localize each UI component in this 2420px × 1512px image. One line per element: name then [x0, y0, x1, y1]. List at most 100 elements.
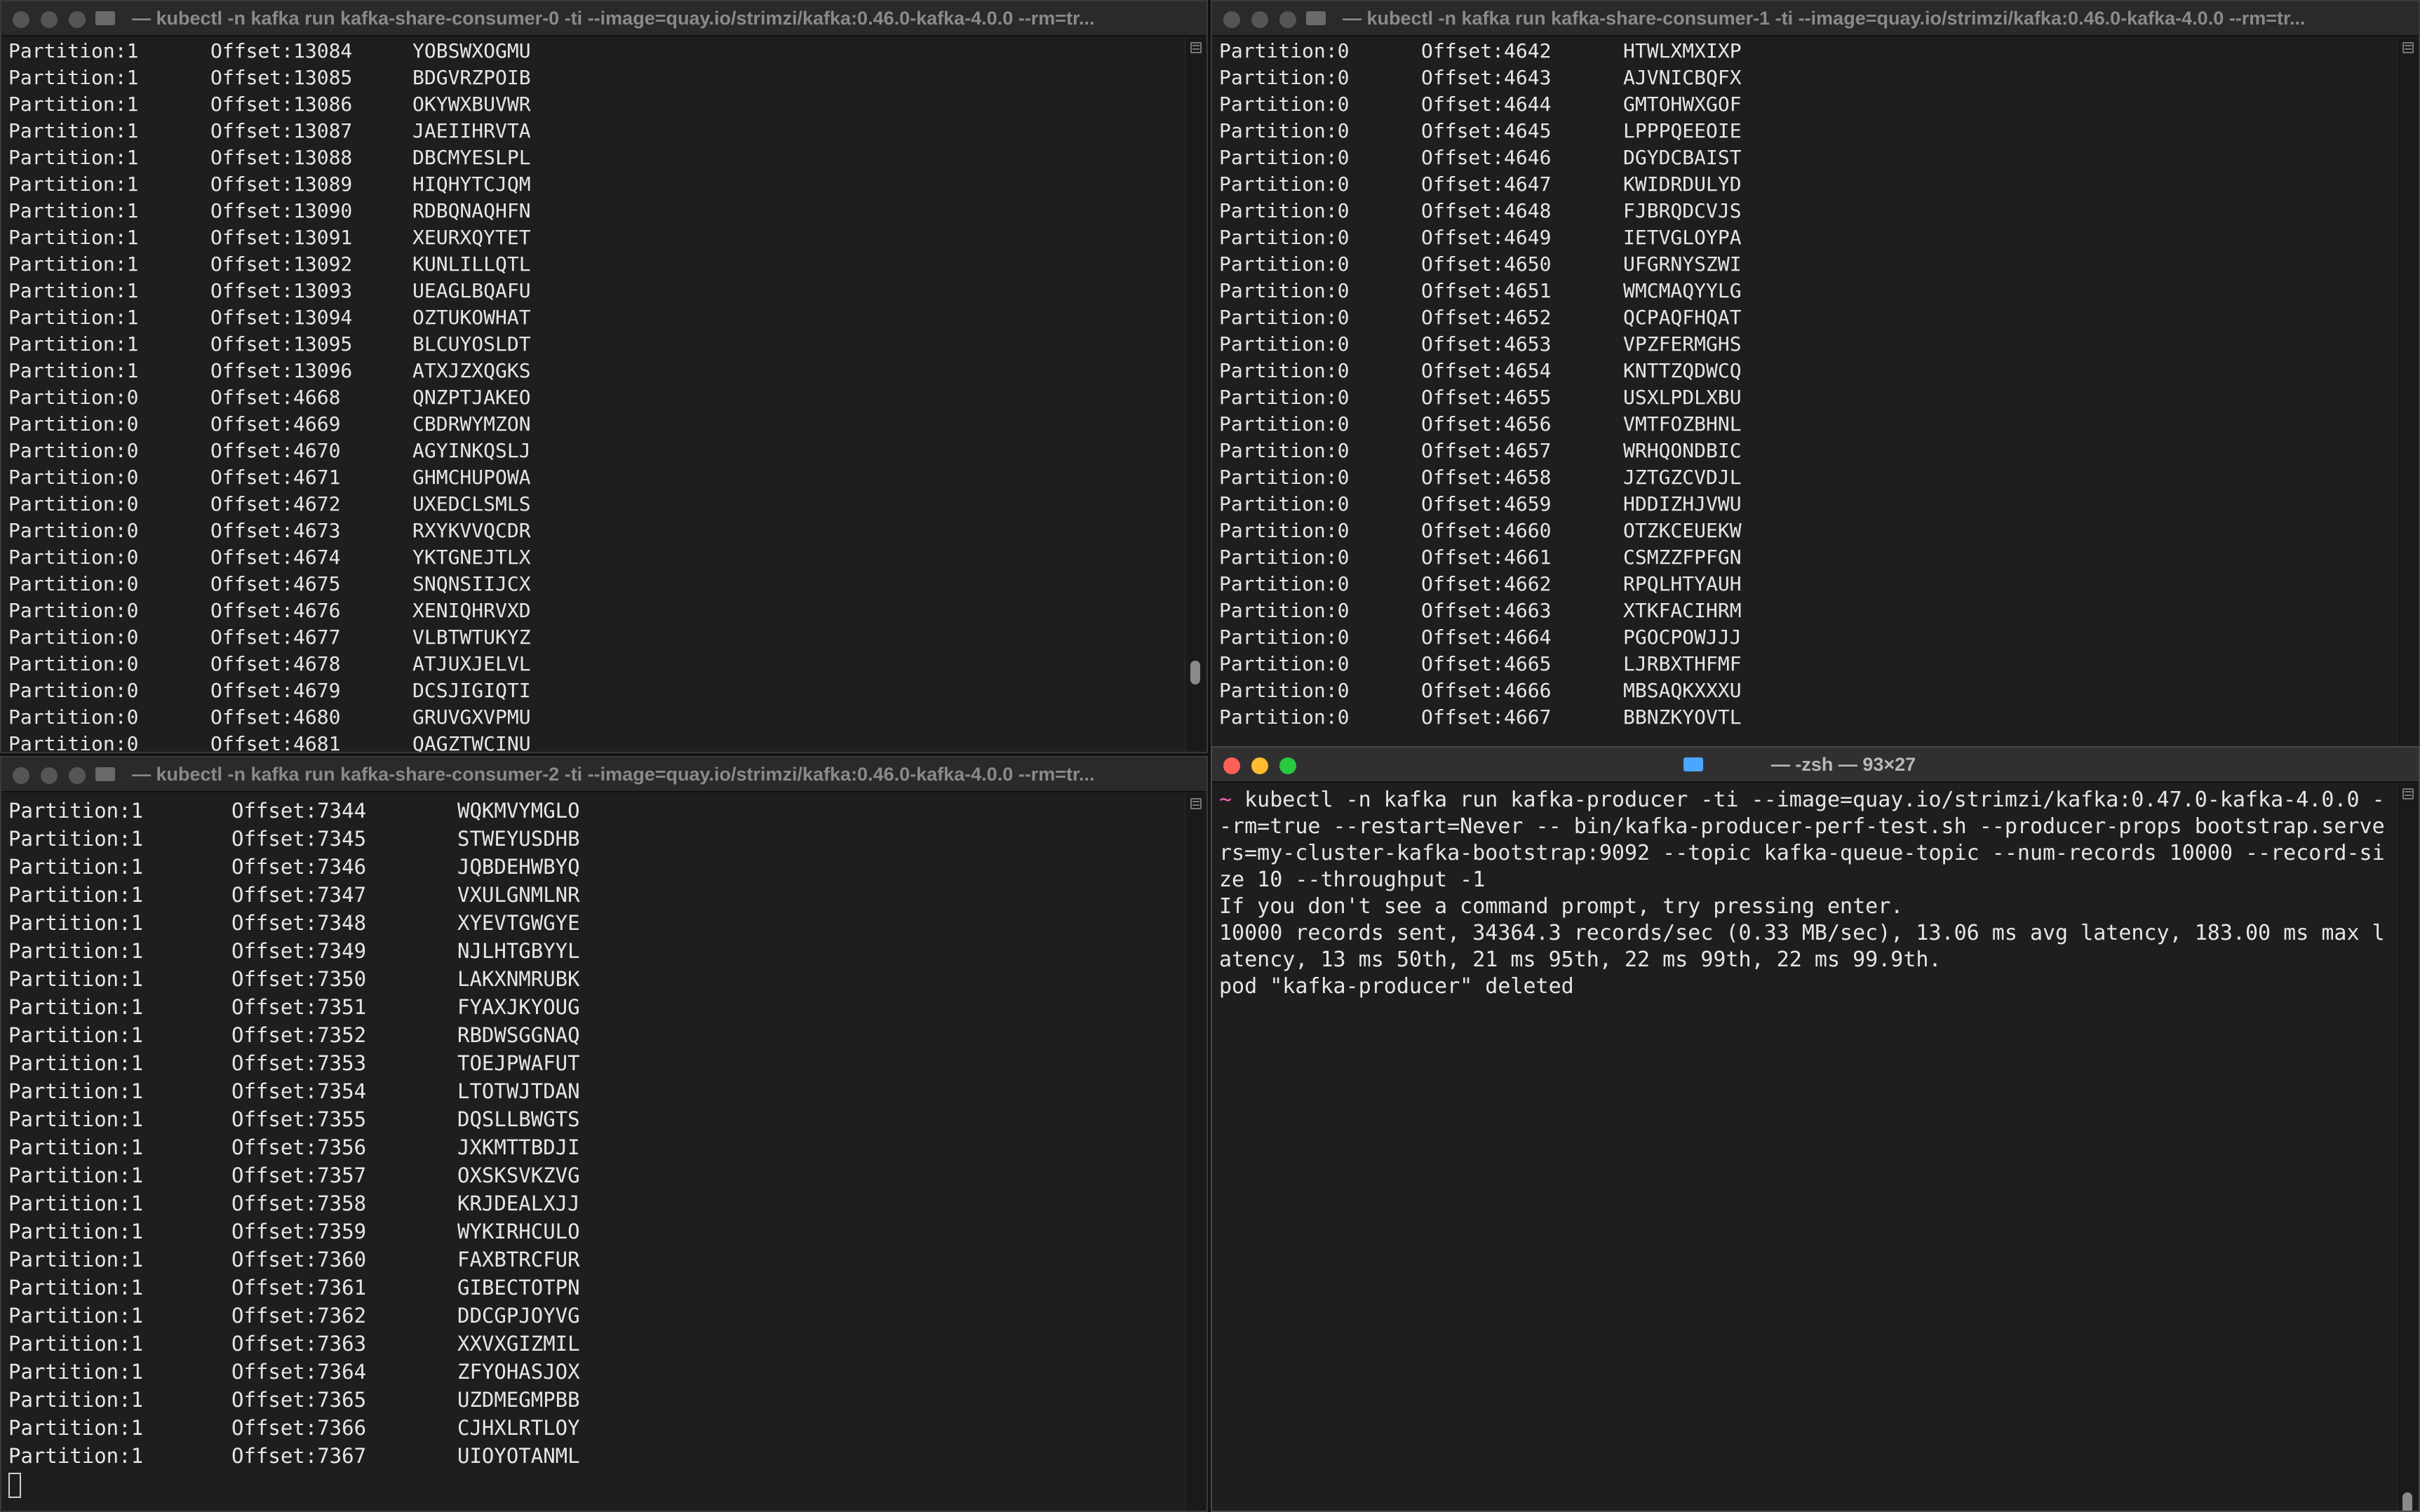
offset-label: Offset:7350 — [231, 967, 367, 991]
close-button[interactable] — [13, 11, 29, 28]
scrollbar[interactable] — [2397, 784, 2419, 1511]
offset-label: Offset:4649 — [1421, 226, 1552, 249]
partition-label: Partition:0 — [1219, 146, 1350, 169]
partition-label: Partition:0 — [1219, 39, 1350, 62]
output-row: Partition:0 Offset:4665 LJRBXTHFMF — [1219, 651, 2391, 677]
message-value: UZDMEGMPBB — [457, 1388, 580, 1412]
offset-label: Offset:7363 — [231, 1332, 367, 1356]
offset-label: Offset:4673 — [210, 519, 341, 542]
partition-label: Partition:1 — [8, 1248, 144, 1271]
scrollbar[interactable] — [2397, 38, 2419, 752]
offset-label: Offset:7344 — [231, 799, 367, 823]
terminal-window-consumer-1[interactable]: — kubectl -n kafka run kafka-share-consu… — [1211, 0, 2420, 753]
scroll-marks-icon[interactable] — [1190, 798, 1202, 809]
offset-label: Offset:13094 — [210, 306, 353, 329]
scrollbar[interactable] — [1185, 794, 1206, 1511]
minimize-button[interactable] — [41, 11, 58, 28]
scrollbar-thumb[interactable] — [2402, 1492, 2412, 1511]
scroll-marks-icon[interactable] — [2402, 42, 2414, 53]
message-value: KRJDEALXJJ — [457, 1192, 580, 1215]
message-value: BBNZKYOVTL — [1623, 706, 1742, 729]
offset-label: Offset:7362 — [231, 1304, 367, 1328]
output-row: Partition:0 Offset:4680 GRUVGXVPMU — [8, 704, 1178, 731]
terminal-window-consumer-2[interactable]: — kubectl -n kafka run kafka-share-consu… — [0, 756, 1208, 1512]
partition-label: Partition:0 — [1219, 279, 1350, 302]
offset-label: Offset:4651 — [1421, 279, 1552, 302]
window-titlebar[interactable]: — -zsh — 93×27 — [1212, 748, 2419, 783]
output-row: Partition:1 Offset:7352 RBDWSGGNAQ — [8, 1021, 1178, 1049]
close-button[interactable] — [1223, 11, 1240, 28]
output-line: If you don't see a command prompt, try p… — [1219, 894, 1904, 919]
partition-label: Partition:1 — [8, 1360, 144, 1384]
output-row: Partition:0 Offset:4676 XENIQHRVXD — [8, 598, 1178, 624]
partition-label: Partition:0 — [8, 652, 139, 675]
message-value: XEURXQYTET — [412, 226, 531, 249]
window-titlebar[interactable]: — kubectl -n kafka run kafka-share-consu… — [1212, 1, 2419, 36]
zoom-button[interactable] — [69, 767, 86, 784]
scrollbar-thumb[interactable] — [1190, 661, 1200, 684]
terminal-window-consumer-0[interactable]: — kubectl -n kafka run kafka-share-consu… — [0, 0, 1208, 753]
minimize-button[interactable] — [1251, 11, 1268, 28]
offset-label: Offset:4650 — [1421, 252, 1552, 276]
message-value: VXULGNMLNR — [457, 883, 580, 907]
partition-label: Partition:0 — [8, 732, 139, 752]
zoom-button[interactable] — [69, 11, 86, 28]
terminal-output[interactable]: Partition:1 Offset:7344 WQKMVYMGLO Partitio… — [8, 797, 1178, 1511]
partition-label: Partition:1 — [8, 93, 139, 116]
output-row: Partition:0 Offset:4654 KNTTZQDWCQ — [1219, 358, 2391, 384]
output-row: Partition:1 Offset:7353 TOEJPWAFUT — [8, 1049, 1178, 1077]
output-line: pod "kafka-producer" deleted — [1219, 974, 1574, 999]
minimize-button[interactable] — [41, 767, 58, 784]
output-row: Partition:1 Offset:13095 BLCUYOSLDT — [8, 331, 1178, 358]
offset-label: Offset:4674 — [210, 546, 341, 569]
terminal-output[interactable]: Partition:1 Offset:13084 YOBSWXOGMU Partiti… — [8, 38, 1178, 752]
scroll-marks-icon[interactable] — [2402, 788, 2414, 799]
window-title: — kubectl -n kafka run kafka-share-consu… — [1343, 8, 2306, 29]
traffic-lights — [13, 11, 86, 28]
output-row: Partition:1 Offset:7357 OXSKSVKZVG — [8, 1161, 1178, 1189]
output-row: Partition:1 Offset:7350 LAKXNMRUBK — [8, 965, 1178, 993]
message-value: JAEIIHRVTA — [412, 119, 531, 142]
partition-label: Partition:0 — [1219, 706, 1350, 729]
message-value: XXVXGIZMIL — [457, 1332, 580, 1356]
output-row: Partition:0 Offset:4648 FJBRQDCVJS — [1219, 198, 2391, 224]
output-row: Partition:1 Offset:13088 DBCMYESLPL — [8, 144, 1178, 171]
window-titlebar[interactable]: — kubectl -n kafka run kafka-share-consu… — [1, 1, 1206, 36]
offset-label: Offset:4658 — [1421, 466, 1552, 489]
message-value: JQBDEHWBYQ — [457, 855, 580, 879]
offset-label: Offset:13090 — [210, 199, 353, 222]
message-value: OXSKSVKZVG — [457, 1163, 580, 1187]
terminal-output[interactable]: Partition:0 Offset:4642 HTWLXMXIXP Partitio… — [1219, 38, 2391, 752]
offset-label: Offset:13096 — [210, 359, 353, 382]
terminal-window-producer[interactable]: — -zsh — 93×27 ~ kubectl -n kafka run ka… — [1211, 746, 2420, 1512]
message-value: LAKXNMRUBK — [457, 967, 580, 991]
close-button[interactable] — [13, 767, 29, 784]
scrollbar[interactable] — [1185, 38, 1206, 752]
output-row: Partition:0 Offset:4649 IETVGLOYPA — [1219, 224, 2391, 251]
zoom-button[interactable] — [1279, 11, 1296, 28]
output-row: Partition:1 Offset:13094 OZTUKOWHAT — [8, 304, 1178, 331]
output-row: Partition:1 Offset:13089 HIQHYTCJQM — [8, 171, 1178, 198]
message-value: VPZFERMGHS — [1623, 332, 1742, 356]
partition-label: Partition:1 — [8, 1079, 144, 1103]
window-titlebar[interactable]: — kubectl -n kafka run kafka-share-consu… — [1, 757, 1206, 792]
partition-label: Partition:0 — [8, 626, 139, 649]
partition-label: Partition:1 — [8, 173, 139, 196]
offset-label: Offset:4654 — [1421, 359, 1552, 382]
message-value: DDCGPJOYVG — [457, 1304, 580, 1328]
message-value: USXLPDLXBU — [1623, 386, 1742, 409]
scroll-marks-icon[interactable] — [1190, 42, 1202, 53]
message-value: TOEJPWAFUT — [457, 1051, 580, 1075]
partition-label: Partition:1 — [8, 1107, 144, 1131]
output-row: Partition:1 Offset:13091 XEURXQYTET — [8, 224, 1178, 251]
output-row: Partition:1 Offset:13086 OKYWXBUVWR — [8, 91, 1178, 118]
output-row: Partition:1 Offset:7359 WYKIRHCULO — [8, 1217, 1178, 1246]
message-value: XTKFACIHRM — [1623, 599, 1742, 622]
terminal-output[interactable]: ~ kubectl -n kafka run kafka-producer -t… — [1219, 787, 2389, 1511]
output-row: Partition:0 Offset:4669 CBDRWYMZON — [8, 411, 1178, 438]
offset-label: Offset:7353 — [231, 1051, 367, 1075]
message-value: DGYDCBAIST — [1623, 146, 1742, 169]
message-value: QAGZTWCINU — [412, 732, 531, 752]
partition-label: Partition:1 — [8, 332, 139, 356]
output-row: Partition:0 Offset:4663 XTKFACIHRM — [1219, 598, 2391, 624]
